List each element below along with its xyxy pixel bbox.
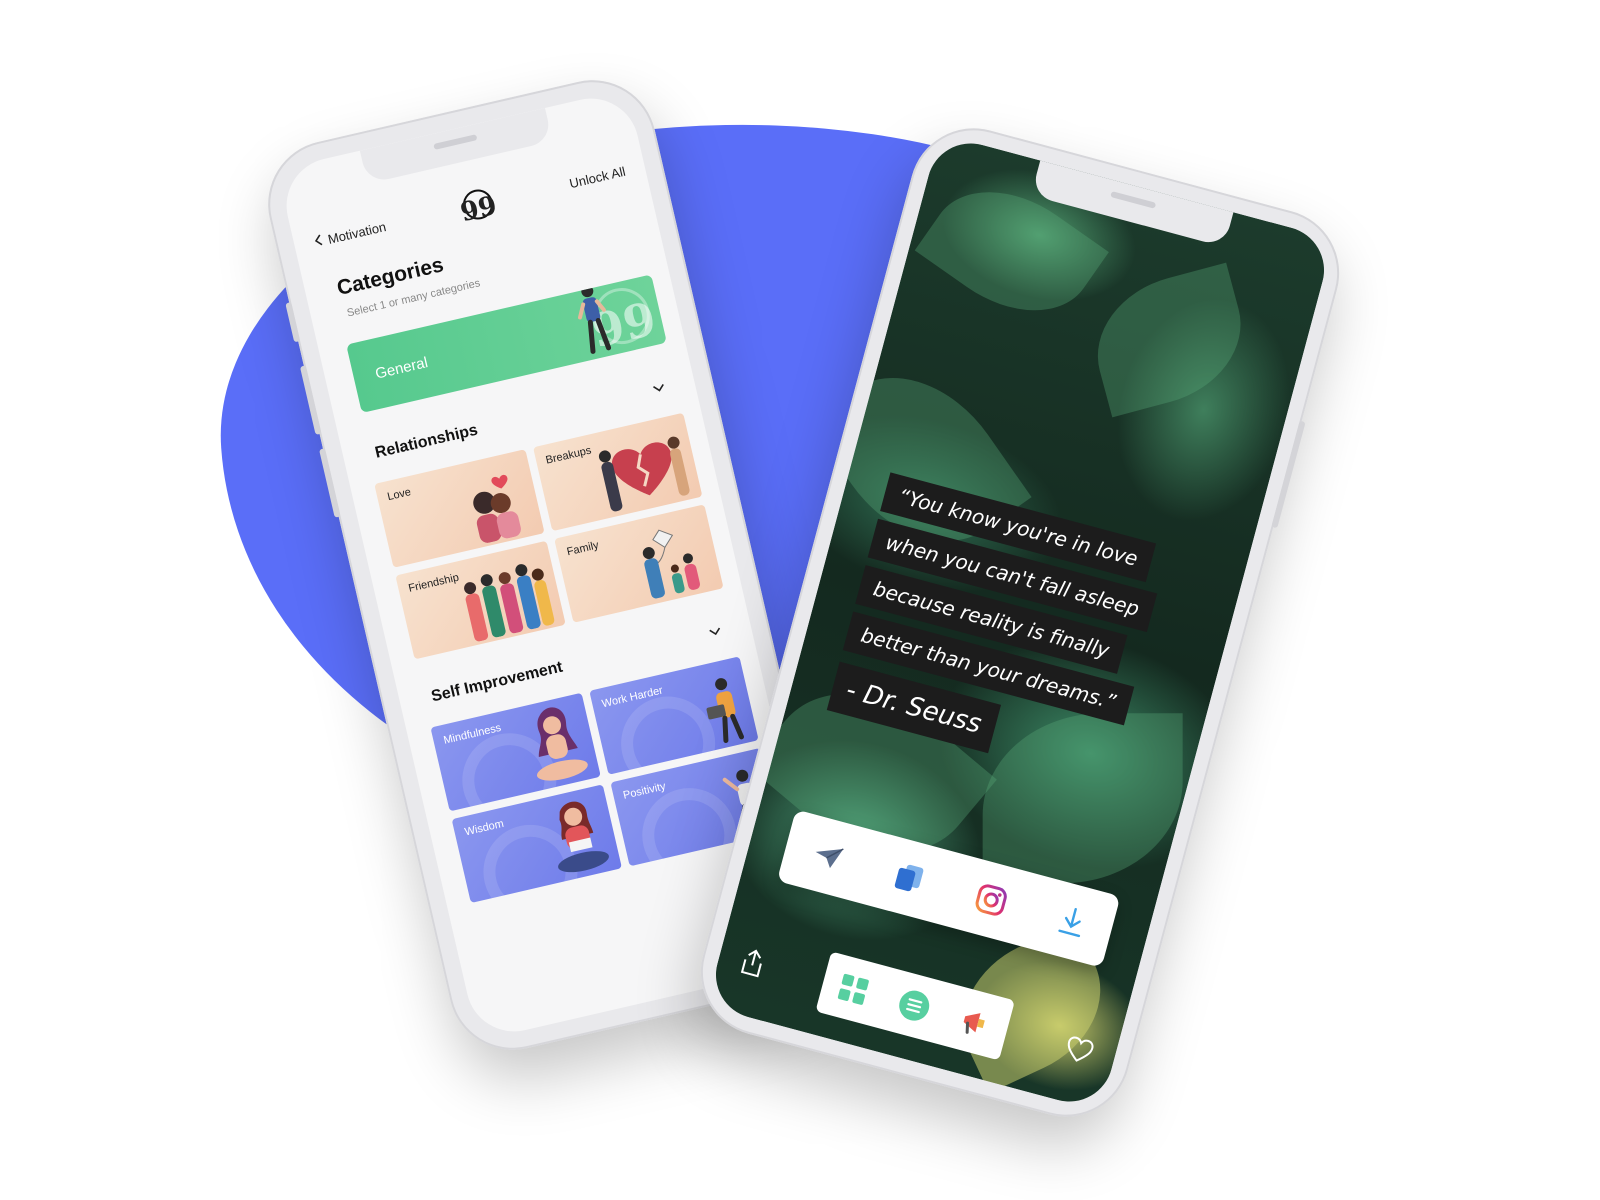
download-icon[interactable]	[1055, 904, 1088, 940]
section-title: Self Improvement	[429, 658, 565, 706]
megaphone-icon[interactable]	[956, 1003, 995, 1042]
family-kite-illustration	[613, 516, 718, 609]
copy-icon[interactable]	[891, 860, 926, 896]
friends-illustration	[455, 555, 559, 646]
card-label: Breakups	[544, 444, 593, 467]
card-label: Friendship	[407, 571, 461, 595]
card-label: Love	[386, 486, 413, 504]
share-icon[interactable]	[737, 945, 768, 980]
category-general-label: General	[373, 353, 430, 383]
couple-illustration	[454, 463, 539, 550]
grid-icon[interactable]	[835, 971, 872, 1008]
section-title: Relationships	[373, 421, 480, 462]
broken-heart-illustration	[592, 425, 697, 518]
heart-icon[interactable]	[1063, 1034, 1097, 1066]
chevron-left-icon	[313, 233, 324, 249]
card-label: Family	[565, 539, 600, 559]
instagram-icon[interactable]	[971, 880, 1010, 919]
chevron-down-icon[interactable]	[707, 622, 723, 642]
back-label: Motivation	[326, 218, 388, 247]
top-bar: Motivation 99 Unlock All	[310, 154, 628, 259]
back-button[interactable]: Motivation	[313, 218, 388, 250]
send-icon[interactable]	[810, 840, 846, 873]
chevron-down-icon[interactable]	[651, 378, 667, 398]
unlock-all-button[interactable]: Unlock All	[568, 163, 627, 190]
list-icon[interactable]	[895, 986, 934, 1025]
quote-logo-icon: 99	[458, 186, 500, 228]
leaf-decoration	[1081, 262, 1258, 418]
